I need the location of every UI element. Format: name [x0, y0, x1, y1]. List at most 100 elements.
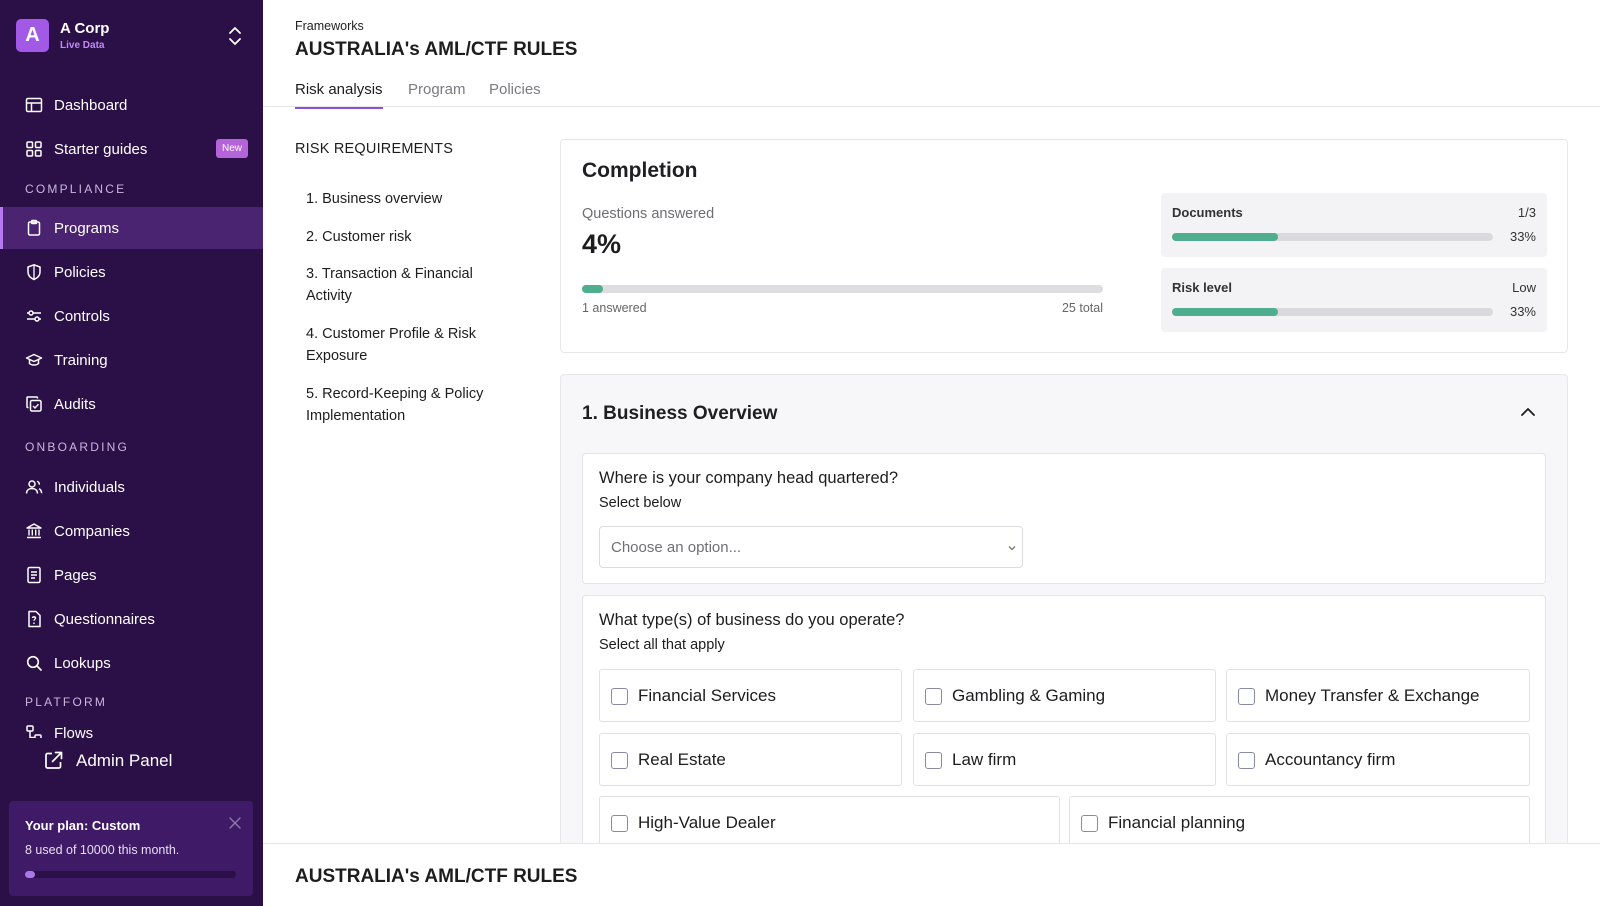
checkbox[interactable]: [1238, 688, 1255, 705]
requirement-link[interactable]: 3. Transaction & Financial Activity: [306, 263, 516, 307]
chevron-down-icon: [1008, 546, 1016, 551]
sidebar-item-flows[interactable]: Flows: [0, 724, 263, 738]
sidebar-item-label: Individuals: [54, 478, 125, 496]
sidebar-item-label: Policies: [54, 263, 106, 281]
nav-section-onboarding: ONBOARDING: [25, 440, 130, 454]
sidebar-item-training[interactable]: Training: [0, 339, 263, 381]
select-placeholder: Choose an option...: [611, 539, 742, 556]
questions-answered-percent: 4%: [582, 229, 622, 259]
option-label: Accountancy firm: [1265, 750, 1396, 769]
plan-usage-bar: [25, 871, 236, 878]
sticky-footer: AUSTRALIA's AML/CTF RULES: [263, 843, 1600, 906]
dashboard-icon: [25, 96, 43, 114]
documents-stat: Documents 1/3 33%: [1161, 193, 1547, 257]
sidebar-item-label: Controls: [54, 307, 110, 325]
chevron-up-icon[interactable]: [1519, 403, 1537, 421]
option-label: Gambling & Gaming: [952, 686, 1106, 705]
question-hint: Select below: [599, 495, 682, 511]
option-label: Financial planning: [1108, 813, 1246, 832]
risk-level-label: Risk level: [1172, 280, 1232, 295]
risk-level-stat: Risk level Low 33%: [1161, 268, 1547, 332]
option-money-transfer[interactable]: Money Transfer & Exchange: [1226, 669, 1530, 722]
option-label: Real Estate: [638, 750, 726, 769]
checkbox[interactable]: [1081, 815, 1098, 832]
sidebar-item-label: Training: [54, 351, 108, 369]
sidebar-item-questionnaires[interactable]: Questionnaires: [0, 598, 263, 640]
tab-risk-analysis[interactable]: Risk analysis: [295, 81, 383, 109]
option-real-estate[interactable]: Real Estate: [599, 733, 902, 786]
option-financial-planning[interactable]: Financial planning: [1069, 796, 1530, 849]
search-icon: [25, 654, 43, 672]
option-gambling-gaming[interactable]: Gambling & Gaming: [913, 669, 1216, 722]
sidebar-item-lookups[interactable]: Lookups: [0, 642, 263, 684]
sidebar-item-starter-guides[interactable]: Starter guides New: [0, 128, 263, 170]
sidebar-item-controls[interactable]: Controls: [0, 295, 263, 337]
users-icon: [25, 478, 43, 496]
requirements-heading: RISK REQUIREMENTS: [295, 141, 454, 157]
checkbox[interactable]: [611, 815, 628, 832]
documents-percent: 33%: [1509, 229, 1536, 244]
question-text: Where is your company head quartered?: [599, 469, 898, 487]
main-content: Frameworks AUSTRALIA's AML/CTF RULES Ris…: [263, 0, 1600, 906]
new-badge: New: [215, 139, 248, 158]
section-title: 1. Business Overview: [582, 403, 778, 424]
tab-program[interactable]: Program: [408, 81, 466, 107]
org-environment: Live Data: [60, 40, 105, 51]
question-text: What type(s) of business do you operate?: [599, 611, 905, 629]
tab-policies[interactable]: Policies: [489, 81, 541, 107]
business-overview-section: 1. Business Overview Where is your compa…: [560, 374, 1568, 894]
checkbox[interactable]: [611, 688, 628, 705]
option-law-firm[interactable]: Law firm: [913, 733, 1216, 786]
clipboard-icon: [25, 219, 43, 237]
plan-card: Your plan: Custom 8 used of 10000 this m…: [9, 801, 253, 896]
file-question-icon: [25, 610, 43, 628]
sidebar-item-label: Dashboard: [54, 96, 128, 114]
nav-section-compliance: COMPLIANCE: [25, 182, 127, 196]
sidebar: A A Corp Live Data Dashboard Starter gui…: [0, 0, 263, 906]
option-accountancy-firm[interactable]: Accountancy firm: [1226, 733, 1530, 786]
sidebar-item-pages[interactable]: Pages: [0, 554, 263, 596]
file-text-icon: [25, 566, 43, 584]
sidebar-item-individuals[interactable]: Individuals: [0, 466, 263, 508]
sidebar-item-programs[interactable]: Programs: [0, 207, 263, 249]
sidebar-item-dashboard[interactable]: Dashboard: [0, 84, 263, 126]
option-financial-services[interactable]: Financial Services: [599, 669, 902, 722]
requirement-link[interactable]: 5. Record-Keeping & Policy Implementatio…: [306, 383, 516, 427]
documents-progress-fill: [1172, 233, 1278, 241]
breadcrumb[interactable]: Frameworks: [295, 19, 364, 33]
copy-check-icon: [25, 395, 43, 413]
sidebar-item-label: Flows: [54, 724, 94, 739]
requirement-link[interactable]: 1. Business overview: [306, 188, 516, 210]
checkbox[interactable]: [611, 752, 628, 769]
nav-section-platform: PLATFORM: [25, 695, 108, 709]
bank-icon: [25, 522, 43, 540]
headquarters-select[interactable]: Choose an option...: [599, 526, 1023, 568]
answered-count: 1 answered: [582, 301, 647, 315]
checkbox[interactable]: [925, 752, 942, 769]
sidebar-scroll-clip: Flows: [0, 724, 263, 738]
requirement-link[interactable]: 4. Customer Profile & Risk Exposure: [306, 323, 516, 367]
sidebar-item-label: Starter guides: [54, 140, 148, 158]
checkbox[interactable]: [925, 688, 942, 705]
page-title: AUSTRALIA's AML/CTF RULES: [295, 39, 578, 60]
footer-title: AUSTRALIA's AML/CTF RULES: [295, 866, 578, 887]
total-count: 25 total: [1061, 301, 1103, 315]
question-hint: Select all that apply: [599, 637, 725, 653]
checkbox[interactable]: [1238, 752, 1255, 769]
completion-title: Completion: [582, 159, 698, 182]
org-switcher[interactable]: A A Corp Live Data: [16, 19, 247, 53]
sliders-icon: [25, 307, 43, 325]
sidebar-item-label: Audits: [54, 395, 96, 413]
option-label: Law firm: [952, 750, 1017, 769]
chevron-up-down-icon[interactable]: [227, 24, 243, 48]
sidebar-item-audits[interactable]: Audits: [0, 383, 263, 425]
admin-panel-link[interactable]: Admin Panel: [43, 750, 172, 771]
question-headquarters: Where is your company head quartered? Se…: [582, 453, 1546, 584]
close-icon[interactable]: [229, 817, 241, 829]
sidebar-item-companies[interactable]: Companies: [0, 510, 263, 552]
requirement-link[interactable]: 2. Customer risk: [306, 226, 516, 248]
plan-usage-fill: [25, 871, 35, 878]
sidebar-item-policies[interactable]: Policies: [0, 251, 263, 293]
option-high-value-dealer[interactable]: High-Value Dealer: [599, 796, 1060, 849]
risk-progress-fill: [1172, 308, 1278, 316]
